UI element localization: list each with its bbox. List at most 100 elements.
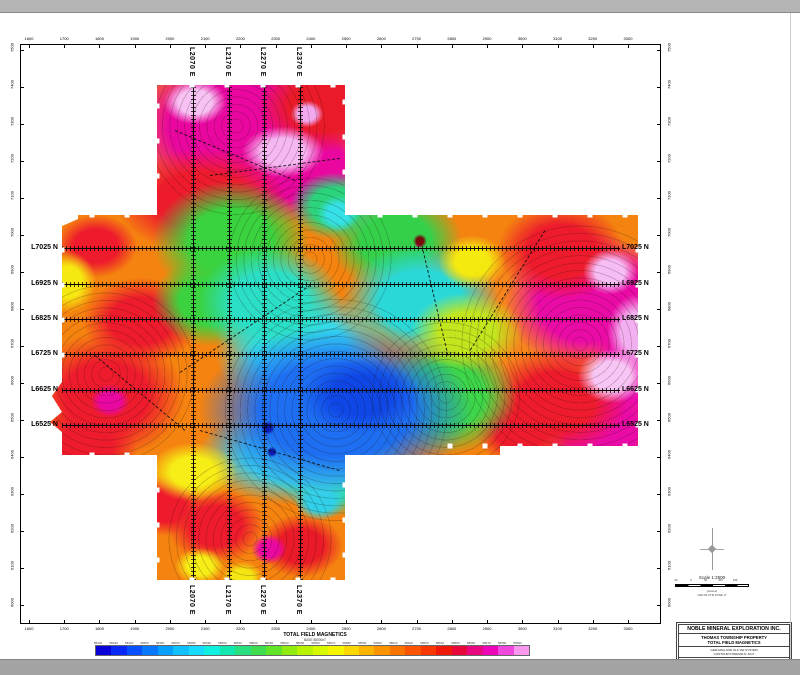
- y-tick-right: [657, 383, 661, 384]
- window-top-bar: [0, 0, 800, 13]
- colorbar-segment: [173, 646, 188, 655]
- colorbar-segment: [405, 646, 420, 655]
- x-axis-label-bottom: 3200: [585, 626, 601, 631]
- colorbar-tick-label: 58630: [417, 641, 431, 645]
- x-axis-label-bottom: 2100: [197, 626, 213, 631]
- y-axis-label-right: 6000: [667, 595, 672, 611]
- x-axis-label-bottom: 2300: [268, 626, 284, 631]
- x-axis-label-bottom: 3300: [620, 626, 636, 631]
- colorbar-tick-label: 58450: [138, 641, 152, 645]
- colorbar-segment: [514, 646, 529, 655]
- survey-line-ns-label-top: L2170 E: [224, 47, 231, 77]
- colorbar-tick-label: 58420: [91, 641, 105, 645]
- x-tick-top: [452, 44, 453, 48]
- colorbar-segment: [483, 646, 498, 655]
- y-tick-right: [657, 346, 661, 347]
- y-axis-label-right: 7500: [667, 40, 672, 56]
- anomaly-marker: [417, 238, 423, 244]
- scale-bar-tick-label: 150: [730, 579, 740, 582]
- y-tick-left: [20, 198, 24, 199]
- x-tick-bottom: [346, 620, 347, 624]
- y-tick-left: [20, 346, 24, 347]
- x-axis-label-bottom: 2400: [303, 626, 319, 631]
- x-axis-label-bottom: 1900: [127, 626, 143, 631]
- survey-line-ew-label-left: L6525 N: [18, 421, 58, 428]
- x-tick-bottom: [311, 620, 312, 624]
- colorbar-segment: [96, 646, 111, 655]
- y-axis-label-right: 6100: [667, 558, 672, 574]
- colorbar-tick-label: 58600: [371, 641, 385, 645]
- x-tick-bottom: [64, 620, 65, 624]
- map-sheet: TOTAL FIELD MAGNETICS BASE 58000nT NOBLE…: [0, 13, 800, 659]
- y-axis-label-left: 6200: [10, 521, 15, 537]
- window-bottom-bar: [0, 659, 800, 675]
- survey-line-ns-label-bottom: L2170 E: [224, 585, 231, 615]
- colorbar-tick-label: 58550: [293, 641, 307, 645]
- x-axis-label-bottom: 1600: [21, 626, 37, 631]
- x-tick-top: [64, 44, 65, 48]
- x-axis-label-top: 2600: [373, 36, 389, 41]
- y-tick-right: [657, 531, 661, 532]
- x-axis-label-top: 2200: [232, 36, 248, 41]
- x-tick-bottom: [381, 620, 382, 624]
- x-axis-label-top: 2000: [162, 36, 178, 41]
- colorbar-tick-label: 58680: [495, 641, 509, 645]
- property-survey-row: THOMAS TOWNSHIP PROPERTY TOTAL FIELD MAG…: [679, 634, 789, 647]
- y-tick-right: [657, 605, 661, 606]
- survey-line-ew-label-right: L7025 N: [622, 244, 662, 251]
- y-tick-right: [657, 235, 661, 236]
- y-tick-right: [657, 124, 661, 125]
- y-axis-label-left: 7300: [10, 114, 15, 130]
- y-tick-left: [20, 50, 24, 51]
- y-axis-label-right: 6200: [667, 521, 672, 537]
- x-tick-top: [240, 44, 241, 48]
- x-axis-label-bottom: 2800: [444, 626, 460, 631]
- y-axis-label-left: 7100: [10, 188, 15, 204]
- colorbar-tick-label: 58470: [169, 641, 183, 645]
- colorbar-segment: [111, 646, 126, 655]
- x-axis-label-bottom: 2900: [479, 626, 495, 631]
- y-axis-label-right: 6700: [667, 336, 672, 352]
- x-tick-top: [99, 44, 100, 48]
- scale-bar-tick-label: 100: [715, 579, 725, 582]
- colorbar-tick-label: 58510: [231, 641, 245, 645]
- y-tick-left: [20, 383, 24, 384]
- survey-line-ew-label-left: L7025 N: [18, 244, 58, 251]
- y-tick-left: [20, 272, 24, 273]
- colorbar-tick-label: 58610: [386, 641, 400, 645]
- x-tick-bottom: [522, 620, 523, 624]
- x-axis-label-top: 2300: [268, 36, 284, 41]
- y-tick-left: [20, 494, 24, 495]
- colorbar-segment: [452, 646, 467, 655]
- colorbar-segment: [220, 646, 235, 655]
- colorbar-tick-label: 58620: [402, 641, 416, 645]
- x-axis-label-bottom: 2600: [373, 626, 389, 631]
- survey-line-ew-label-right: L6825 N: [622, 315, 662, 322]
- scale-bar-tick-label: 50: [671, 579, 681, 582]
- survey-line-ew-label-right: L6625 N: [622, 386, 662, 393]
- x-tick-bottom: [487, 620, 488, 624]
- y-tick-right: [657, 457, 661, 458]
- y-tick-right: [657, 87, 661, 88]
- map-sheet-viewer: TOTAL FIELD MAGNETICS BASE 58000nT NOBLE…: [0, 0, 800, 675]
- colorbar-tick-label: 58590: [355, 641, 369, 645]
- survey-line-ew-label-right: L6725 N: [622, 350, 662, 357]
- x-tick-top: [417, 44, 418, 48]
- x-tick-top: [135, 44, 136, 48]
- colorbar-segment: [142, 646, 157, 655]
- y-axis-label-left: 7000: [10, 225, 15, 241]
- survey-line-ew-label-right: L6925 N: [622, 280, 662, 287]
- x-tick-top: [381, 44, 382, 48]
- colorbar-segment: [359, 646, 374, 655]
- edge-notch: [448, 444, 453, 449]
- colorbar-segment: [374, 646, 389, 655]
- colorbar: [95, 645, 530, 656]
- colorbar-tick-label: 58480: [184, 641, 198, 645]
- colorbar-tick-label: 58670: [480, 641, 494, 645]
- colorbar-segment: [282, 646, 297, 655]
- colorbar-segment: [251, 646, 266, 655]
- y-tick-right: [657, 494, 661, 495]
- x-axis-label-bottom: 1800: [91, 626, 107, 631]
- survey-line-ew-label-left: L6925 N: [18, 280, 58, 287]
- y-tick-right: [657, 161, 661, 162]
